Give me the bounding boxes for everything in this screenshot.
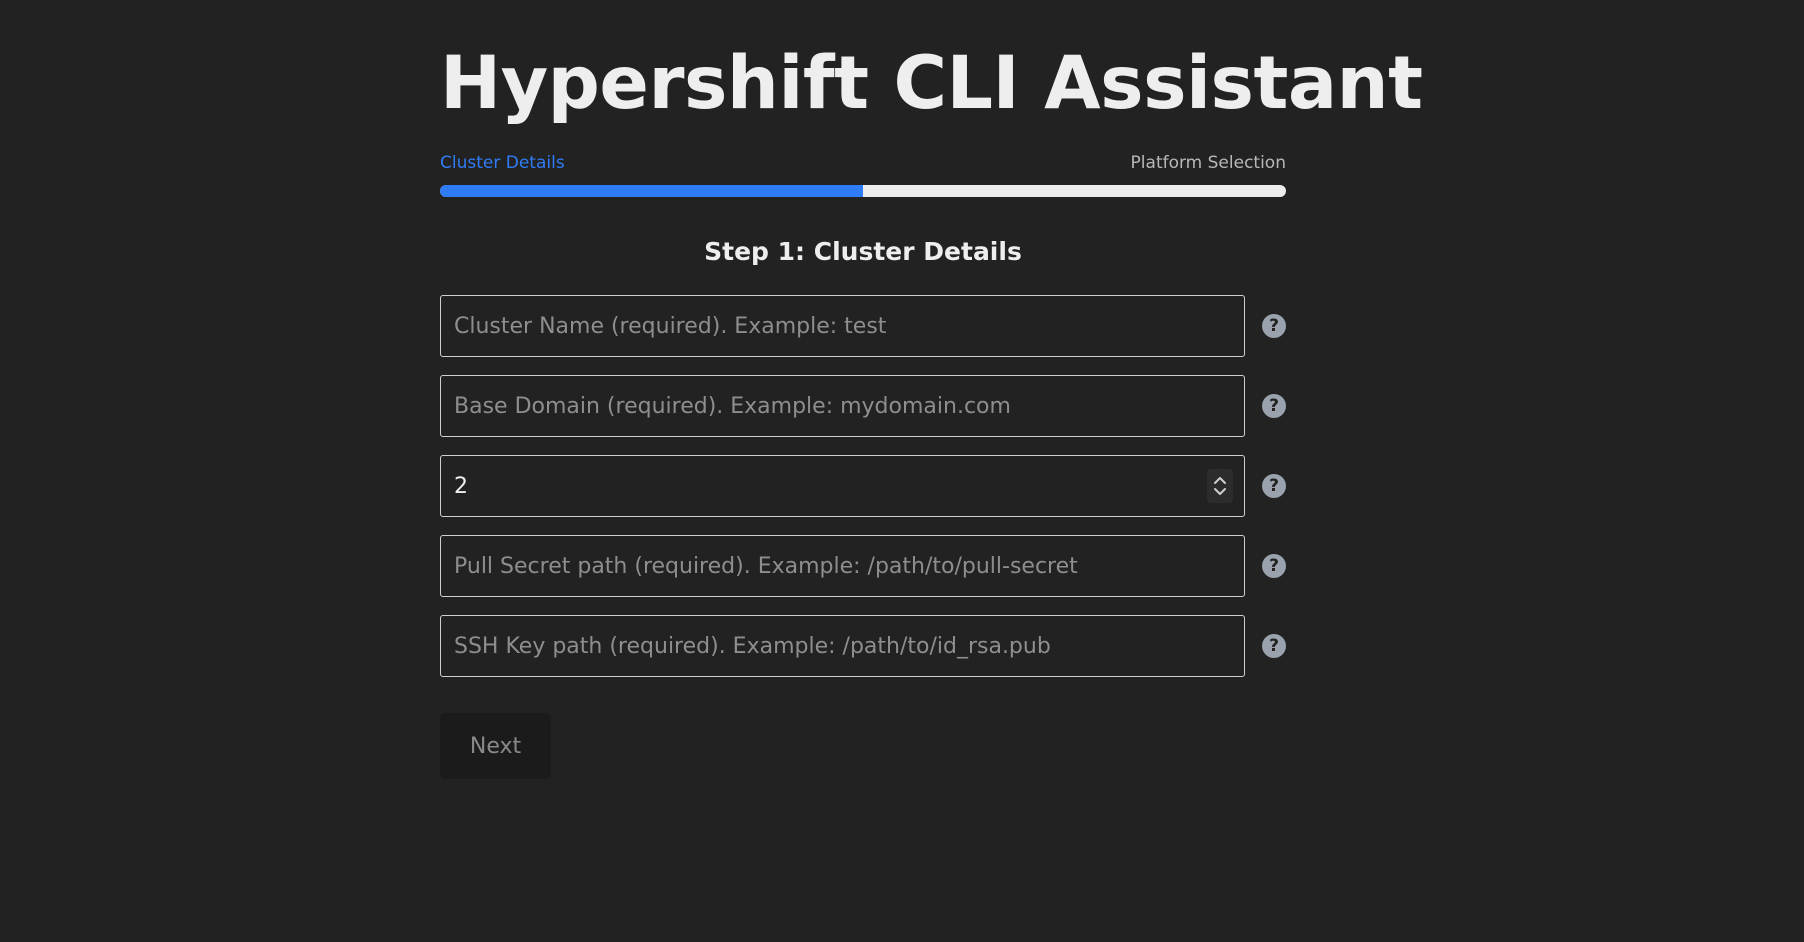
node-count-input[interactable] <box>440 455 1245 517</box>
step-labels: Cluster Details Platform Selection <box>440 152 1286 174</box>
number-spinner[interactable] <box>1207 469 1233 503</box>
step-label-platform-selection: Platform Selection <box>1130 153 1286 173</box>
question-circle-icon[interactable]: ? <box>1262 394 1286 418</box>
question-circle-icon[interactable]: ? <box>1262 554 1286 578</box>
question-circle-icon[interactable]: ? <box>1262 474 1286 498</box>
wizard-container: Hypershift CLI Assistant Cluster Details… <box>440 0 1423 779</box>
progress-bar <box>440 185 1286 197</box>
cluster-name-input[interactable] <box>440 295 1245 357</box>
next-button[interactable]: Next <box>440 713 551 779</box>
step-label-cluster-details: Cluster Details <box>440 153 565 173</box>
page: Hypershift CLI Assistant Cluster Details… <box>0 0 1804 942</box>
question-circle-icon[interactable]: ? <box>1262 634 1286 658</box>
field-row-cluster-name: ? <box>440 295 1286 357</box>
question-circle-icon[interactable]: ? <box>1262 314 1286 338</box>
ssh-key-input[interactable] <box>440 615 1245 677</box>
field-row-ssh-key: ? <box>440 615 1286 677</box>
field-row-node-count: ? <box>440 455 1286 517</box>
page-title: Hypershift CLI Assistant <box>440 41 1423 126</box>
node-count-wrapper <box>440 455 1245 517</box>
chevron-up-down-icon <box>1214 477 1226 495</box>
base-domain-input[interactable] <box>440 375 1245 437</box>
step-heading: Step 1: Cluster Details <box>704 237 1022 266</box>
field-row-base-domain: ? <box>440 375 1286 437</box>
progress-bar-fill <box>440 185 863 197</box>
field-row-pull-secret: ? <box>440 535 1286 597</box>
pull-secret-input[interactable] <box>440 535 1245 597</box>
cluster-details-form: ? ? ? <box>440 295 1286 677</box>
